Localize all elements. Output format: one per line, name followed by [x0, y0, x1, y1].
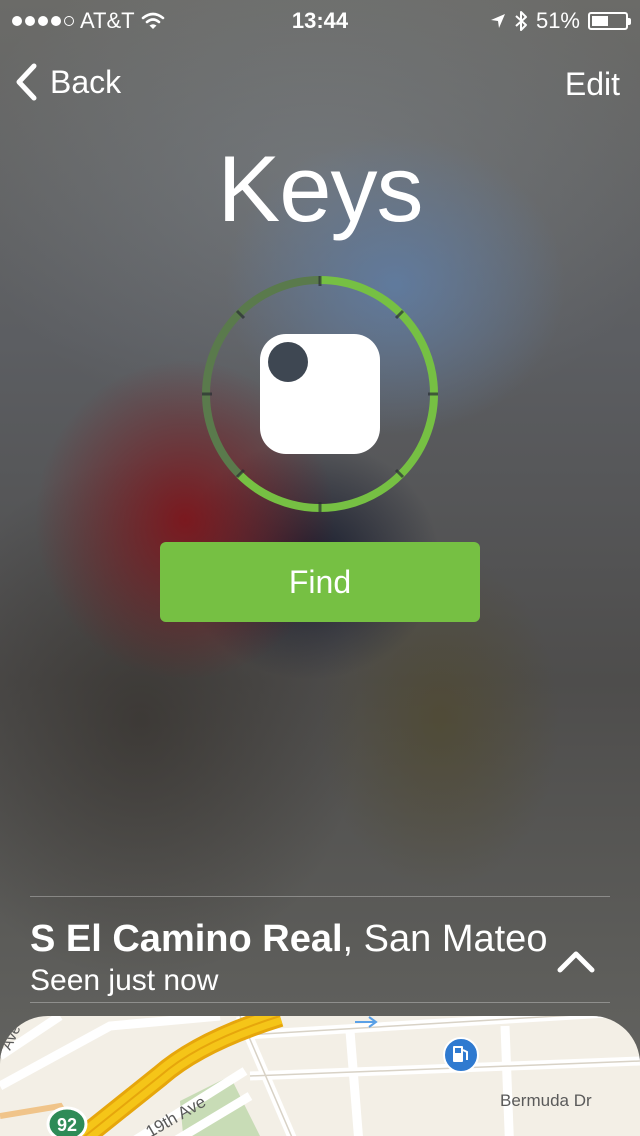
highway-shield-number: 92 — [57, 1115, 77, 1135]
divider — [30, 896, 610, 897]
proximity-ring — [202, 276, 438, 512]
edit-button[interactable]: Edit — [565, 66, 620, 103]
divider — [30, 1002, 610, 1003]
location-arrow-icon — [490, 14, 505, 28]
highway-shield-icon: 92 — [46, 1106, 88, 1136]
status-bar: AT&T 13:44 51% — [0, 0, 640, 40]
ring-segment — [319, 276, 404, 317]
screen: AT&T 13:44 51% Back Edit Keys Find S El … — [0, 0, 640, 1136]
gas-station-icon[interactable] — [443, 1037, 479, 1073]
map-road — [500, 1025, 514, 1136]
ring-segment — [397, 393, 438, 478]
chevron-up-icon[interactable] — [556, 946, 596, 974]
chevron-left-icon — [16, 63, 37, 101]
map-canvas: 92 19th Ave Ave Bermuda Dr — [0, 1016, 640, 1136]
ring-segment — [397, 310, 438, 395]
ring-segment-dim — [236, 276, 321, 317]
bluetooth-icon — [515, 11, 527, 31]
map-street-label: Bermuda Dr — [500, 1091, 592, 1110]
back-label: Back — [50, 63, 122, 100]
location-city: San Mateo — [353, 918, 548, 960]
location-address: S El Camino Real, San Mateo — [30, 918, 547, 961]
ring-segment-dim — [202, 393, 243, 478]
last-seen-text: Seen just now — [30, 964, 219, 997]
map-preview[interactable]: 92 19th Ave Ave Bermuda Dr — [0, 1016, 640, 1136]
ring-segment — [319, 471, 404, 512]
map-road — [345, 1030, 363, 1136]
location-separator: , — [342, 918, 354, 960]
ring-segment — [236, 471, 321, 512]
location-street: S El Camino Real — [30, 918, 343, 960]
tile-device-icon — [260, 334, 380, 454]
ring-segment-dim — [202, 310, 243, 395]
battery-percent: 51% — [535, 8, 580, 33]
find-button[interactable]: Find — [160, 542, 480, 622]
status-right: 51% — [490, 8, 631, 34]
battery-fill — [592, 16, 608, 26]
device-title: Keys — [217, 136, 424, 241]
battery-icon — [588, 12, 631, 30]
back-button[interactable]: Back — [14, 62, 121, 102]
